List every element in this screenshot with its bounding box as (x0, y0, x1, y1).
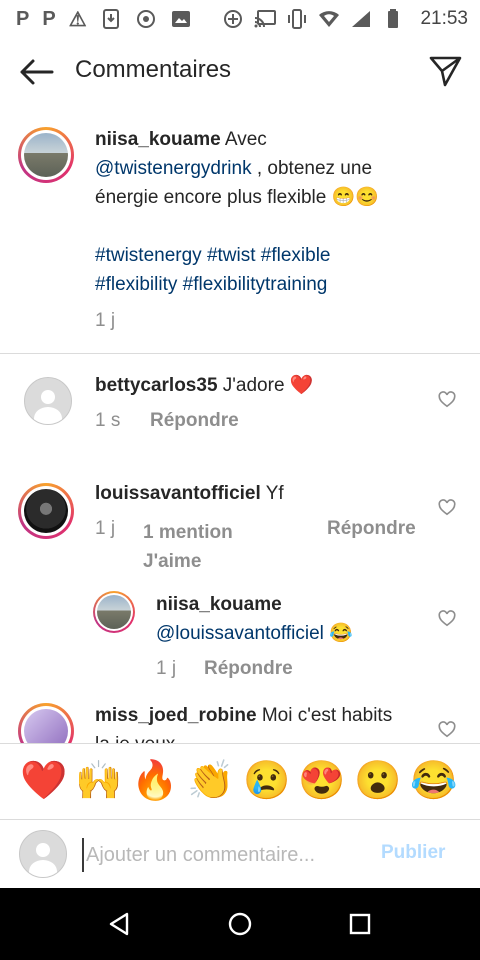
chat-icon (135, 8, 157, 30)
cast-icon (254, 8, 277, 30)
emoji-clapping-button[interactable]: 👏 (187, 758, 234, 804)
reply-button[interactable]: Répondre (150, 410, 239, 431)
arrow-left-icon[interactable] (18, 58, 54, 86)
avatar (19, 830, 67, 878)
emoji-surprised-button[interactable]: 😮 (354, 758, 401, 804)
emoji-raising-hands-button[interactable]: 🙌 (75, 758, 122, 804)
notification-icons: P P ⚠ (16, 7, 192, 32)
hashtag-line[interactable]: #twistenergy #twist #flexible (95, 245, 331, 266)
heart-icon[interactable] (438, 499, 456, 516)
mention-link[interactable]: @twistenergydrink (95, 158, 252, 179)
emoji-fire-button[interactable]: 🔥 (131, 758, 178, 804)
comment-body: Moi c'est habits (256, 705, 393, 726)
notification-p-icon: P (16, 7, 30, 30)
signal-icon (350, 8, 372, 30)
divider (0, 353, 480, 354)
paper-plane-icon[interactable] (428, 54, 462, 88)
clock: 21:53 (420, 8, 468, 29)
reply-button[interactable]: Répondre (204, 658, 293, 679)
username[interactable]: niisa_kouame (156, 594, 282, 615)
avatar[interactable] (93, 591, 135, 633)
username[interactable]: miss_joed_robine (95, 705, 257, 726)
emoji-bar: ❤️ 🙌 🔥 👏 😢 😍 😮 😂 (0, 743, 480, 820)
battery-icon (382, 8, 404, 30)
download-icon (100, 8, 122, 30)
header: Commentaires (0, 38, 480, 106)
caption-text-part: Avec (220, 129, 267, 150)
comment-text: niisa_kouame @louissavantofficiel 😂 (156, 590, 426, 648)
comment-body: J'adore ❤️ (217, 375, 314, 396)
vibrate-icon (286, 8, 308, 30)
emoji-crying-button[interactable]: 😢 (243, 758, 290, 804)
status-bar: P P ⚠ 21:53 (0, 0, 480, 38)
system-status-icons: 21:53 (222, 0, 468, 38)
avatar[interactable] (18, 127, 74, 183)
comment-time: 1 j (156, 658, 177, 679)
notification-p-icon: P (42, 7, 56, 30)
avatar[interactable] (24, 377, 72, 425)
recents-square-icon[interactable] (346, 910, 374, 938)
hashtag-line[interactable]: #flexibility #flexibilitytraining (95, 274, 327, 295)
hashtags[interactable]: #twistenergy #twist #flexible #flexibili… (95, 241, 435, 299)
comment-body: Yf (260, 483, 284, 504)
wifi-icon (318, 8, 340, 30)
mention-link[interactable]: @louissavantofficiel (156, 623, 324, 644)
username[interactable]: niisa_kouame (95, 129, 221, 150)
heart-icon[interactable] (438, 391, 456, 408)
comment-body: 😂 (323, 623, 353, 644)
username[interactable]: louissavantofficiel (95, 483, 261, 504)
comment-text: bettycarlos35 J'adore ❤️ (95, 371, 415, 400)
add-circle-icon (222, 8, 244, 30)
image-icon (170, 8, 192, 30)
post-time: 1 j (95, 310, 116, 331)
likes-count[interactable]: 1 mention J'aime (143, 522, 233, 572)
heart-icon[interactable] (438, 721, 456, 738)
emoji-heart-button[interactable]: ❤️ (20, 758, 67, 804)
emoji-heart-eyes-button[interactable]: 😍 (298, 758, 345, 804)
comment-input[interactable] (82, 838, 373, 872)
comment-input-bar: Publier (0, 819, 480, 888)
username[interactable]: bettycarlos35 (95, 375, 218, 396)
page-title: Commentaires (75, 56, 232, 83)
reply-button[interactable]: Répondre (327, 518, 416, 539)
navigation-bar (0, 888, 480, 960)
home-circle-icon[interactable] (226, 910, 254, 938)
emoji-tears-of-joy-button[interactable]: 😂 (410, 758, 457, 804)
publish-button[interactable]: Publier (381, 842, 445, 864)
heart-icon[interactable] (438, 610, 456, 627)
back-triangle-icon[interactable] (106, 910, 134, 938)
caption-text: niisa_kouame Avec @twistenergydrink , ob… (95, 125, 425, 212)
warning-icon: ⚠ (68, 8, 87, 31)
comment-time: 1 s (95, 410, 121, 431)
comment-time: 1 j (95, 518, 116, 539)
avatar[interactable] (18, 483, 74, 539)
comment-text: louissavantofficiel Yf (95, 479, 425, 508)
